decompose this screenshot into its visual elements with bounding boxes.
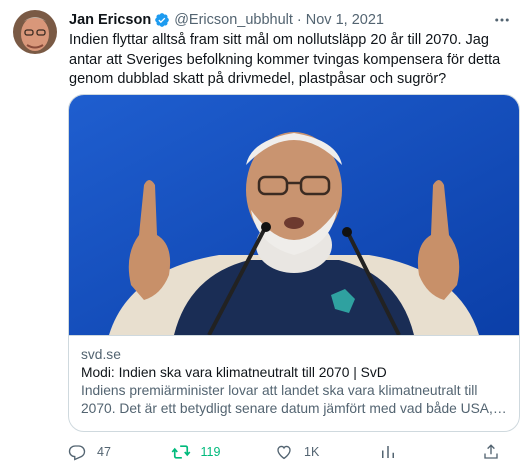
like-count: 1K xyxy=(304,445,320,459)
reply-count: 47 xyxy=(97,445,111,459)
tweet-header: Jan Ericson @Ericson_ubbhult · Nov 1, 20… xyxy=(69,11,384,29)
card-title[interactable]: Modi: Indien ska vara klimatneutralt til… xyxy=(81,364,507,382)
reply-icon xyxy=(66,441,88,463)
tweet-text: Indien flyttar alltså fram sitt mål om n… xyxy=(69,32,501,87)
card-domain: svd.se xyxy=(81,347,121,362)
card-body: svd.se Modi: Indien ska vara klimatneutr… xyxy=(69,335,519,431)
avatar-image xyxy=(13,10,57,54)
verified-badge-icon xyxy=(154,12,170,28)
tweet-date[interactable]: Nov 1, 2021 xyxy=(306,12,384,28)
link-card[interactable]: svd.se Modi: Indien ska vara klimatneutr… xyxy=(68,94,520,432)
like-button[interactable]: 1K xyxy=(273,441,333,463)
analytics-button[interactable] xyxy=(377,441,437,463)
card-description: Indiens premiärminister lovar att landet… xyxy=(81,383,493,416)
analytics-icon xyxy=(377,441,399,463)
avatar[interactable] xyxy=(13,10,57,54)
share-icon xyxy=(480,441,502,463)
tweet[interactable]: Jan Ericson @Ericson_ubbhult · Nov 1, 20… xyxy=(0,0,528,472)
author-name[interactable]: Jan Ericson xyxy=(69,12,151,28)
retweet-count: 119 xyxy=(200,445,221,459)
tweet-actions: 47 119 1K xyxy=(66,440,511,464)
share-button[interactable] xyxy=(480,441,511,463)
like-icon xyxy=(273,441,295,463)
header-separator: · xyxy=(296,12,302,28)
author-handle[interactable]: @Ericson_ubbhult xyxy=(174,12,293,28)
retweet-icon xyxy=(170,441,192,463)
reply-button[interactable]: 47 xyxy=(66,441,126,463)
card-image xyxy=(69,95,519,335)
retweet-button[interactable]: 119 xyxy=(170,441,230,463)
more-icon[interactable] xyxy=(490,10,514,30)
